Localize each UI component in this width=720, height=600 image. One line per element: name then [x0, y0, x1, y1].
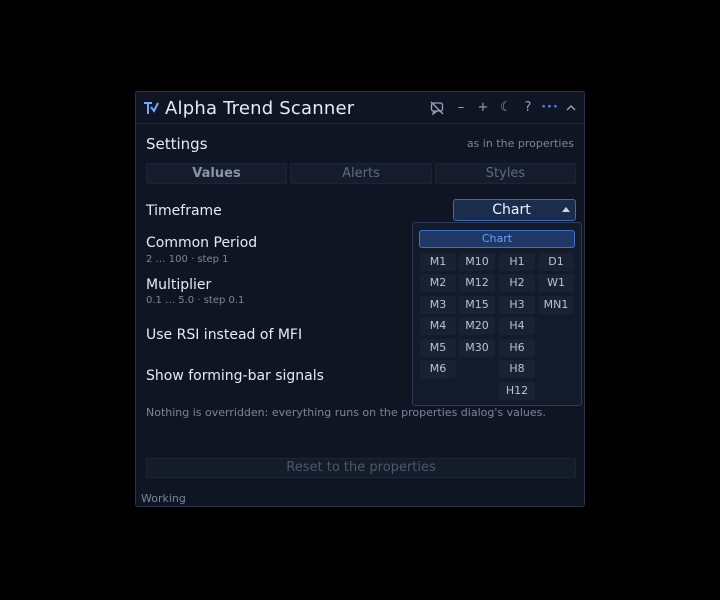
use-rsi-label[interactable]: Use RSI instead of MFI	[146, 327, 302, 343]
tab-values[interactable]: Values	[146, 163, 287, 184]
menu-item-m15[interactable]: M15	[459, 296, 495, 314]
timeframe-dropdown[interactable]: Chart	[453, 199, 576, 221]
app-logo-icon	[144, 102, 159, 114]
override-note: Nothing is overridden: everything runs o…	[146, 406, 546, 419]
timeframe-value: Chart	[492, 202, 531, 218]
tab-alerts[interactable]: Alerts	[290, 163, 432, 184]
menu-item-m30[interactable]: M30	[459, 339, 495, 357]
title-bar[interactable]: Alpha Trend Scanner – + ☾ ? ···	[136, 92, 584, 124]
menu-item-h1[interactable]: H1	[499, 253, 535, 271]
chat-off-icon[interactable]	[428, 99, 446, 117]
collapse-icon[interactable]	[562, 99, 580, 117]
menu-item-w1[interactable]: W1	[538, 274, 574, 292]
menu-item-chart[interactable]: Chart	[419, 230, 575, 248]
menu-item-m20[interactable]: M20	[459, 317, 495, 335]
menu-item-m3[interactable]: M3	[420, 296, 456, 314]
plus-icon[interactable]: +	[474, 99, 492, 117]
tab-bar: Values Alerts Styles	[146, 163, 576, 184]
common-period-label: Common Period	[146, 235, 258, 251]
menu-item-d1[interactable]: D1	[538, 253, 574, 271]
help-icon[interactable]: ?	[519, 99, 537, 117]
common-period-hint: 2 … 100 · step 1	[146, 254, 229, 265]
reset-button[interactable]: Reset to the properties	[146, 458, 576, 478]
multiplier-label: Multiplier	[146, 277, 212, 293]
status-text: Working	[141, 492, 186, 505]
settings-subtitle: as in the properties	[466, 137, 574, 150]
tab-styles[interactable]: Styles	[435, 163, 576, 184]
caret-up-icon	[562, 207, 570, 212]
moon-icon[interactable]: ☾	[497, 99, 515, 117]
menu-item-m12[interactable]: M12	[459, 274, 495, 292]
settings-heading: Settings	[146, 135, 208, 153]
menu-item-m2[interactable]: M2	[420, 274, 456, 292]
menu-item-m6[interactable]: M6	[420, 360, 456, 378]
menu-item-m5[interactable]: M5	[420, 339, 456, 357]
menu-item-m4[interactable]: M4	[420, 317, 456, 335]
menu-item-m10[interactable]: M10	[459, 253, 495, 271]
minimize-icon[interactable]: –	[452, 99, 470, 117]
more-icon[interactable]: ···	[541, 99, 559, 117]
menu-item-m1[interactable]: M1	[420, 253, 456, 271]
forming-bar-label[interactable]: Show forming-bar signals	[146, 368, 324, 384]
multiplier-hint: 0.1 … 5.0 · step 0.1	[146, 295, 245, 306]
app-title: Alpha Trend Scanner	[165, 98, 355, 119]
menu-item-h4[interactable]: H4	[499, 317, 535, 335]
menu-item-mn1[interactable]: MN1	[538, 296, 574, 314]
menu-item-h3[interactable]: H3	[499, 296, 535, 314]
menu-item-h6[interactable]: H6	[499, 339, 535, 357]
timeframe-menu: Chart M1 M2 M3 M4 M5 M6 M10 M12 M15 M20 …	[412, 222, 582, 406]
menu-item-h8[interactable]: H8	[499, 360, 535, 378]
timeframe-label: Timeframe	[146, 203, 222, 219]
menu-item-h2[interactable]: H2	[499, 274, 535, 292]
menu-item-h12[interactable]: H12	[499, 382, 535, 400]
